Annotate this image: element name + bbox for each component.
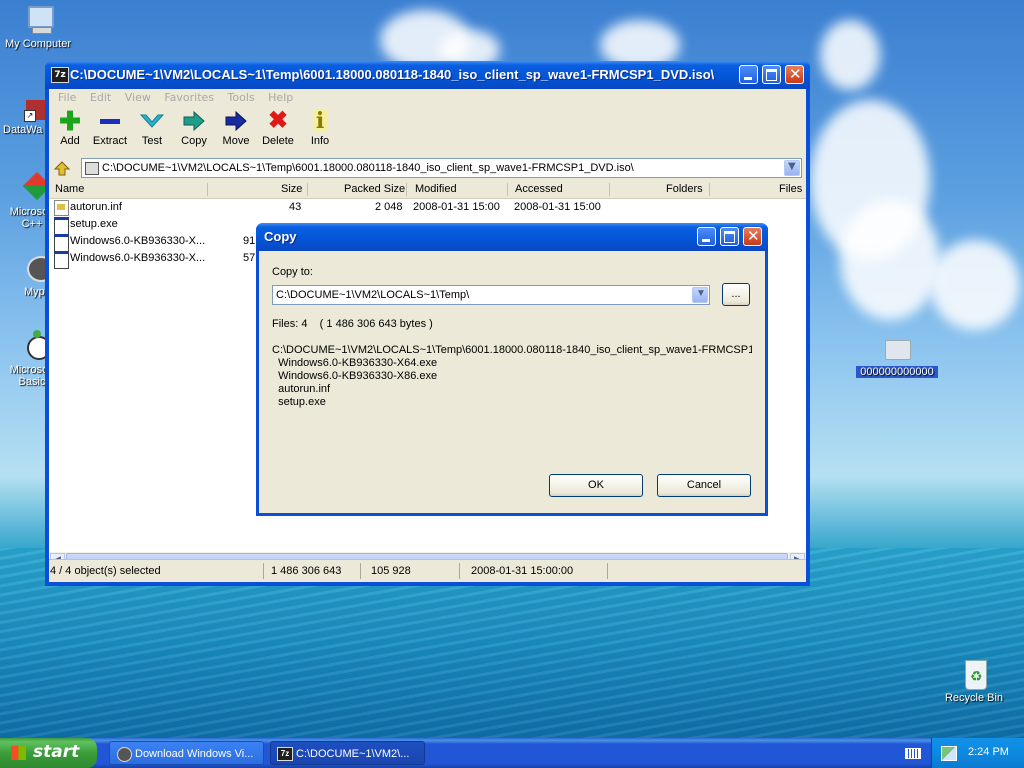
toolbar: ✚ Add Extract Test Copy Move ✖ Delete i … [49,107,806,155]
computer-icon [22,4,54,36]
maximize-icon [724,231,735,243]
test-button[interactable]: Test [131,109,173,147]
taskbar-item-7zip[interactable]: 7z C:\DOCUME~1\VM2\... [270,741,425,765]
desktop-icon-folder[interactable]: 000000000000 [856,332,938,378]
status-bar: 4 / 4 object(s) selected 1 486 306 643 1… [49,559,806,582]
copy-to-value: C:\DOCUME~1\VM2\LOCALS~1\Temp\ [276,289,470,301]
copy-to-combobox[interactable]: C:\DOCUME~1\VM2\LOCALS~1\Temp\ ▼ [272,285,710,305]
extract-button[interactable]: Extract [89,109,131,147]
table-row[interactable]: autorun.inf 43 2 048 2008-01-31 15:00 20… [49,199,806,216]
files-info: Files: 4 ( 1 486 306 643 bytes ) [272,318,433,330]
column-header: Name Size Packed Size Modified Accessed … [49,181,806,199]
desktop-icon-my-computer[interactable]: My Computer [0,4,78,50]
taskbar: start Download Windows Vi... 7z C:\DOCUM… [0,738,1024,768]
dialog-minimize-button[interactable] [697,227,716,246]
plus-icon: ✚ [59,106,81,136]
status-packed: 105 928 [371,565,411,577]
drive-icon [85,162,99,175]
add-button[interactable]: ✚ Add [49,106,91,147]
menu-favorites[interactable]: Favorites [164,91,214,104]
files-details: C:\DOCUME~1\VM2\LOCALS~1\Temp\6001.18000… [272,344,752,409]
col-name[interactable]: Name [55,183,84,195]
move-button[interactable]: Move [215,109,257,147]
col-modified[interactable]: Modified [415,183,457,195]
col-packed-size[interactable]: Packed Size [344,183,405,195]
copy-to-dropdown-button[interactable]: ▼ [692,287,708,303]
start-label: start [33,742,80,762]
clock[interactable]: 2:24 PM [968,746,1009,758]
details-file: autorun.inf [272,383,331,395]
minimize-button[interactable] [739,65,758,84]
menu-tools[interactable]: Tools [228,91,255,104]
browse-button[interactable]: ... [722,283,750,306]
app-icon: 7z [51,67,69,83]
info-button[interactable]: i Info [299,109,341,147]
ok-button[interactable]: OK [549,474,643,497]
start-button[interactable]: start [0,738,97,768]
keyboard-icon[interactable] [905,748,921,759]
copy-dialog-title: Copy [264,229,297,244]
close-icon: ✕ [789,65,802,83]
network-icon[interactable] [941,746,957,761]
status-selected: 4 / 4 object(s) selected [50,565,161,577]
folder-icon [881,332,913,364]
check-icon [131,109,173,133]
address-text: C:\DOCUME~1\VM2\LOCALS~1\Temp\6001.18000… [102,162,634,174]
exe-file-icon [54,251,69,269]
copy-button[interactable]: Copy [173,109,215,147]
menu-help[interactable]: Help [268,91,293,104]
taskbar-item-browser[interactable]: Download Windows Vi... [109,741,264,765]
windows-logo-icon [11,746,26,760]
address-dropdown-button[interactable]: ▼ [784,160,800,176]
system-tray: 2:24 PM [931,738,1024,768]
cancel-button[interactable]: Cancel [657,474,751,497]
desktop-icon-recycle-bin[interactable]: ♻ Recycle Bin [934,658,1014,704]
delete-button[interactable]: ✖ Delete [257,107,299,148]
up-folder-button[interactable] [53,159,71,177]
menu-file[interactable]: File [58,91,76,104]
minimize-icon [702,239,710,242]
status-date: 2008-01-31 15:00:00 [471,565,574,577]
col-folders[interactable]: Folders [666,183,703,195]
menu-view[interactable]: View [125,91,151,104]
status-size: 1 486 306 643 [271,565,342,577]
menu-edit[interactable]: Edit [90,91,111,104]
details-file: Windows6.0-KB936330-X86.exe [272,370,438,382]
details-file: Windows6.0-KB936330-X64.exe [272,357,438,369]
copy-dialog: Copy ✕ Copy to: C:\DOCUME~1\VM2\LOCALS~1… [256,223,768,516]
dialog-maximize-button[interactable] [720,227,739,246]
col-size[interactable]: Size [281,183,302,195]
col-accessed[interactable]: Accessed [515,183,563,195]
close-icon: ✕ [747,227,760,245]
close-button[interactable]: ✕ [785,65,804,84]
main-window-titlebar[interactable]: 7z C:\DOCUME~1\VM2\LOCALS~1\Temp\6001.18… [45,61,810,89]
minimize-icon [744,77,752,80]
minus-icon [89,109,131,133]
address-bar: C:\DOCUME~1\VM2\LOCALS~1\Temp\6001.18000… [49,155,806,181]
copy-dialog-titlebar[interactable]: Copy ✕ [256,223,768,251]
menu-bar: File Edit View Favorites Tools Help [49,89,806,107]
col-files[interactable]: Files [779,183,802,195]
info-icon: i [299,109,341,133]
chevron-down-icon: ▼ [696,288,706,299]
inf-file-icon [54,200,69,216]
move-arrow-icon [215,109,257,133]
up-arrow-icon [53,161,71,176]
recycle-bin-icon: ♻ [958,658,990,690]
address-input[interactable]: C:\DOCUME~1\VM2\LOCALS~1\Temp\6001.18000… [81,158,802,178]
maximize-button[interactable] [762,65,781,84]
dialog-close-button[interactable]: ✕ [743,227,762,246]
x-icon: ✖ [267,107,289,134]
copy-arrow-icon [173,109,215,133]
chevron-down-icon: ▼ [788,161,796,172]
raccoon-icon [117,747,132,762]
main-window-title: C:\DOCUME~1\VM2\LOCALS~1\Temp\6001.18000… [70,67,715,82]
app-icon: 7z [277,747,293,761]
maximize-icon [766,69,777,81]
details-file: setup.exe [272,396,326,408]
copy-dialog-client: Copy to: C:\DOCUME~1\VM2\LOCALS~1\Temp\ … [259,251,765,513]
copy-to-label: Copy to: [272,266,313,278]
details-path: C:\DOCUME~1\VM2\LOCALS~1\Temp\6001.18000… [272,344,752,356]
